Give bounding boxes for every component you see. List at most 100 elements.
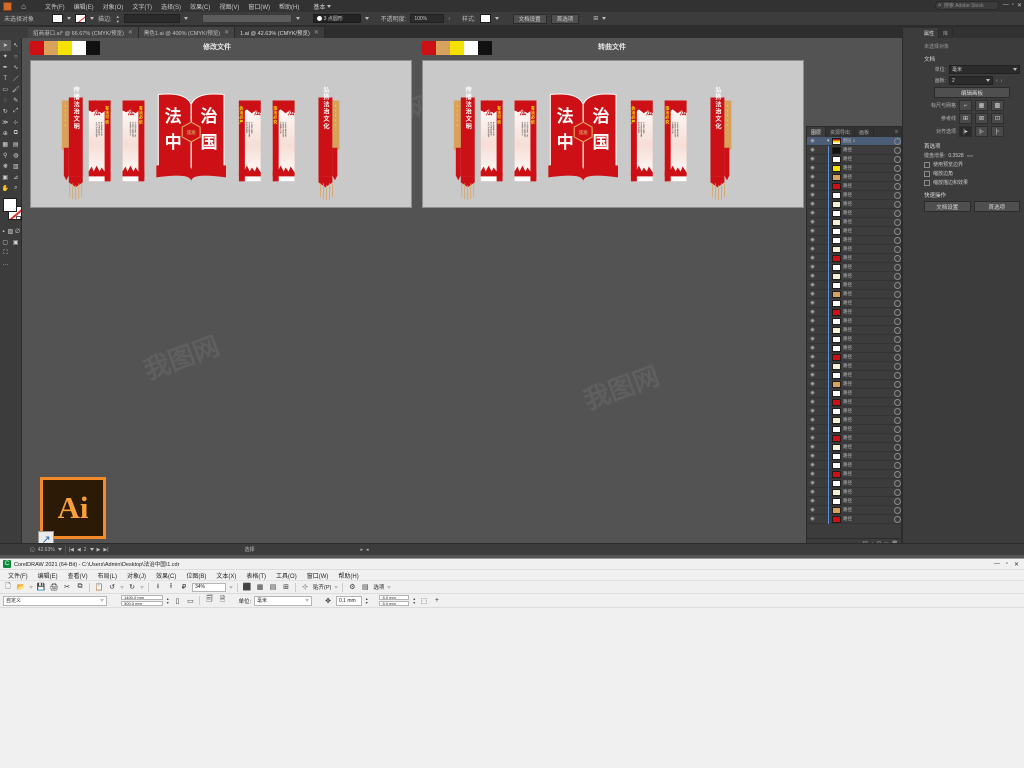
eye-icon[interactable]: ◉ — [809, 408, 816, 415]
layer-row[interactable]: ◉ 路径 — [807, 253, 901, 263]
tab-properties[interactable]: 属性 — [920, 28, 940, 38]
tools-overflow-button[interactable]: ··· — [0, 259, 11, 270]
target-circle-icon[interactable] — [894, 335, 901, 343]
target-circle-icon[interactable] — [894, 380, 901, 388]
target-circle-icon[interactable] — [894, 218, 901, 226]
target-circle-icon[interactable] — [894, 488, 901, 496]
artboard-tool[interactable]: ▣ — [0, 172, 11, 183]
eye-icon[interactable]: ◉ — [809, 264, 816, 271]
layer-name[interactable]: 图层 1 — [843, 138, 892, 144]
preferences-button[interactable]: 首选项 — [550, 13, 580, 24]
options-gear-icon[interactable]: ⚙ — [347, 582, 357, 592]
maximize-icon[interactable]: ▫ — [1006, 561, 1008, 568]
menu-type[interactable]: 文字(T) — [128, 1, 156, 12]
eye-icon[interactable]: ◉ — [809, 156, 816, 163]
target-circle-icon[interactable] — [894, 362, 901, 370]
layer-name[interactable]: 路径 — [843, 300, 892, 306]
eye-icon[interactable]: ◉ — [809, 363, 816, 370]
checkbox[interactable] — [924, 179, 930, 186]
snap-to-point-icon[interactable]: |▸ — [959, 126, 972, 137]
target-circle-icon[interactable] — [894, 434, 901, 442]
eye-icon[interactable]: ◉ — [809, 354, 816, 361]
fill-chevron-icon[interactable] — [67, 17, 72, 20]
artboard-2[interactable]: ★ ★ ★ ★ ★ 传播法治文明 尊法 有法可依 尊法就要尊重法律 尊重法律的权威性… — [422, 60, 804, 208]
document-setup-button[interactable]: 文档设置 — [512, 13, 547, 24]
chevron-down-icon[interactable] — [120, 585, 124, 589]
layer-name[interactable]: 路径 — [843, 237, 892, 243]
layer-name[interactable]: 路径 — [843, 291, 892, 297]
eye-icon[interactable]: ◉ — [809, 183, 816, 190]
copy-icon[interactable]: ⧉ — [75, 582, 85, 592]
layer-row[interactable]: ◉ 路径 — [807, 181, 901, 191]
layer-row[interactable]: ◉ 路径 — [807, 316, 901, 326]
layer-name[interactable]: 路径 — [843, 183, 892, 189]
layer-row[interactable]: ◉ 路径 — [807, 406, 901, 416]
chevron-down-icon[interactable] — [140, 585, 144, 589]
width-tool[interactable]: ≫ — [0, 117, 11, 128]
menu-view[interactable]: 视图(V) — [215, 1, 243, 12]
shaper-tool[interactable]: ◌ — [0, 95, 11, 106]
layer-row[interactable]: ◉ 路径 — [807, 469, 901, 479]
target-circle-icon[interactable] — [894, 344, 901, 352]
scale-tool[interactable]: ⤢ — [11, 106, 22, 117]
eye-icon[interactable]: ◉ — [809, 291, 816, 298]
layer-row[interactable]: ◉ 路径 — [807, 433, 901, 443]
tab-libraries[interactable]: 库 — [939, 28, 954, 38]
cdr-menu-view[interactable]: 查看(V) — [64, 571, 92, 580]
page-orientation-landscape-icon[interactable]: ▭ — [185, 596, 195, 606]
variable-width-profile[interactable] — [201, 14, 292, 23]
import-icon[interactable]: ⭳ — [153, 582, 163, 592]
tab-artboards[interactable]: 画板 — [855, 127, 875, 137]
layers-list[interactable]: ◉ 路径 ◉ 路径 ◉ 路径 ◉ 路径 ◉ 路径 ◉ 路径 ◉ 路径 ◉ 路径 ◉ 路径 ◉ 路径 ◉ 路径 ◉ 路径 ◉ 路径 ◉… — [807, 146, 901, 538]
target-circle-icon[interactable] — [894, 470, 901, 478]
checkbox[interactable] — [924, 161, 930, 168]
document-tab-1[interactable]: 招商港口.ai* @ 66.67% (CMYK/预览) ✕ — [28, 27, 139, 38]
layer-row[interactable]: ◉ 路径 — [807, 379, 901, 389]
cdr-menu-edit[interactable]: 编辑(E) — [34, 571, 62, 580]
layer-row[interactable]: ◉ 路径 — [807, 361, 901, 371]
minimize-icon[interactable]: — — [994, 561, 1000, 568]
stroke-chevron-icon[interactable] — [90, 17, 95, 20]
layer-name[interactable]: 路径 — [843, 318, 892, 324]
target-circle-icon[interactable] — [894, 515, 901, 523]
new-document-icon[interactable]: 🗋 — [3, 582, 13, 592]
layer-row[interactable]: ◉ 路径 — [807, 415, 901, 425]
eye-icon[interactable]: ◉ — [809, 309, 816, 316]
layer-row[interactable]: ◉ 路径 — [807, 146, 901, 155]
layer-name[interactable]: 路径 — [843, 345, 892, 351]
layer-row[interactable]: ◉ 路径 — [807, 460, 901, 470]
eye-icon[interactable]: ◉ — [809, 390, 816, 397]
layer-row-root[interactable]: ◉ ▾ 图层 1 — [807, 137, 901, 146]
menu-effect[interactable]: 效果(C) — [186, 1, 214, 12]
target-circle-icon[interactable] — [894, 245, 901, 253]
target-circle-icon[interactable] — [894, 200, 901, 208]
layer-row[interactable]: ◉ 路径 — [807, 343, 901, 353]
layer-name[interactable]: 路径 — [843, 174, 892, 180]
workspace-switcher[interactable]: 基本 — [313, 2, 332, 11]
eye-icon[interactable]: ◉ — [809, 237, 816, 244]
eyedropper-tool[interactable]: ⚲ — [0, 150, 11, 161]
show-transparency-grid-icon[interactable]: ▩ — [991, 100, 1004, 111]
menu-edit[interactable]: 编辑(E) — [70, 1, 98, 12]
layer-row[interactable]: ◉ 路径 — [807, 388, 901, 398]
duplicate-y-input[interactable]: 5.0 mm — [379, 601, 410, 606]
stroke-weight-input[interactable] — [123, 14, 180, 23]
next-artboard-icon[interactable]: › — [1001, 78, 1003, 84]
all-pages-icon[interactable]: 🗐 — [204, 596, 214, 606]
layer-name[interactable]: 路径 — [843, 480, 892, 486]
hide-guides-icon[interactable]: ⊞ — [959, 113, 972, 124]
open-document-icon[interactable]: 📂 — [16, 582, 26, 592]
target-circle-icon[interactable] — [894, 353, 901, 361]
layer-name[interactable]: 路径 — [843, 489, 892, 495]
save-icon[interactable]: 💾 — [36, 582, 46, 592]
cdr-menu-bitmaps[interactable]: 位图(B) — [182, 571, 210, 580]
eye-icon[interactable]: ◉ — [809, 462, 816, 469]
menu-select[interactable]: 选择(S) — [157, 1, 185, 12]
target-circle-icon[interactable] — [894, 155, 901, 163]
layer-name[interactable]: 路径 — [843, 363, 892, 369]
show-rulers-icon[interactable]: ⌐ — [959, 100, 972, 111]
target-circle-icon[interactable] — [894, 227, 901, 235]
checkbox[interactable] — [924, 170, 930, 177]
eye-icon[interactable]: ◉ — [809, 516, 816, 523]
layer-name[interactable]: 路径 — [843, 273, 892, 279]
